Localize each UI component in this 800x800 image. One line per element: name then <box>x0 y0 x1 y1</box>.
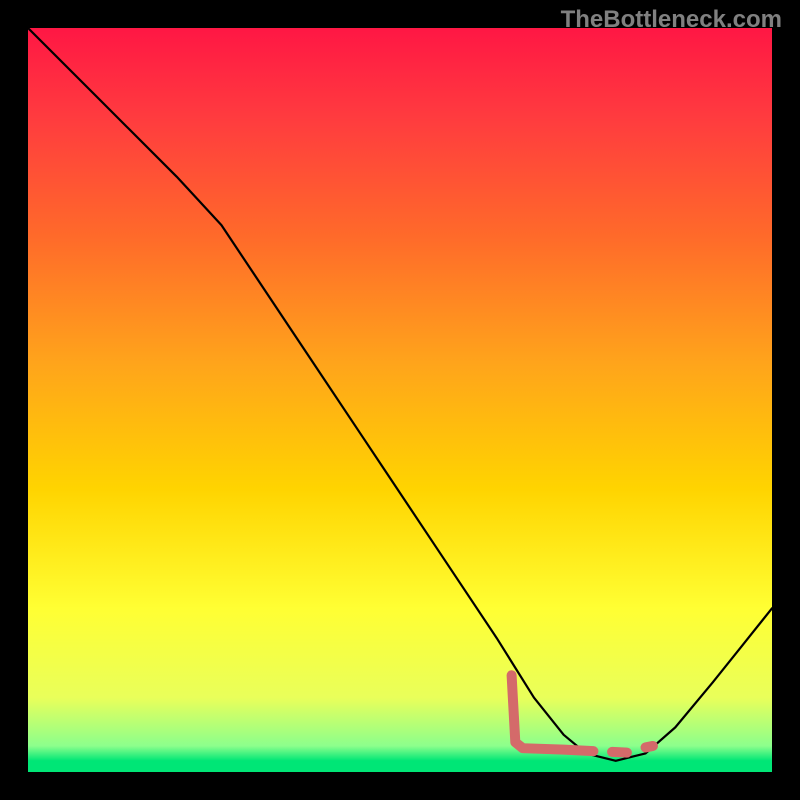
bottleneck-chart <box>0 0 800 800</box>
highlight-segment <box>646 746 653 747</box>
watermark-label: TheBottleneck.com <box>561 6 782 34</box>
highlight-segment <box>612 752 627 753</box>
chart-container: TheBottleneck.com <box>0 0 800 800</box>
